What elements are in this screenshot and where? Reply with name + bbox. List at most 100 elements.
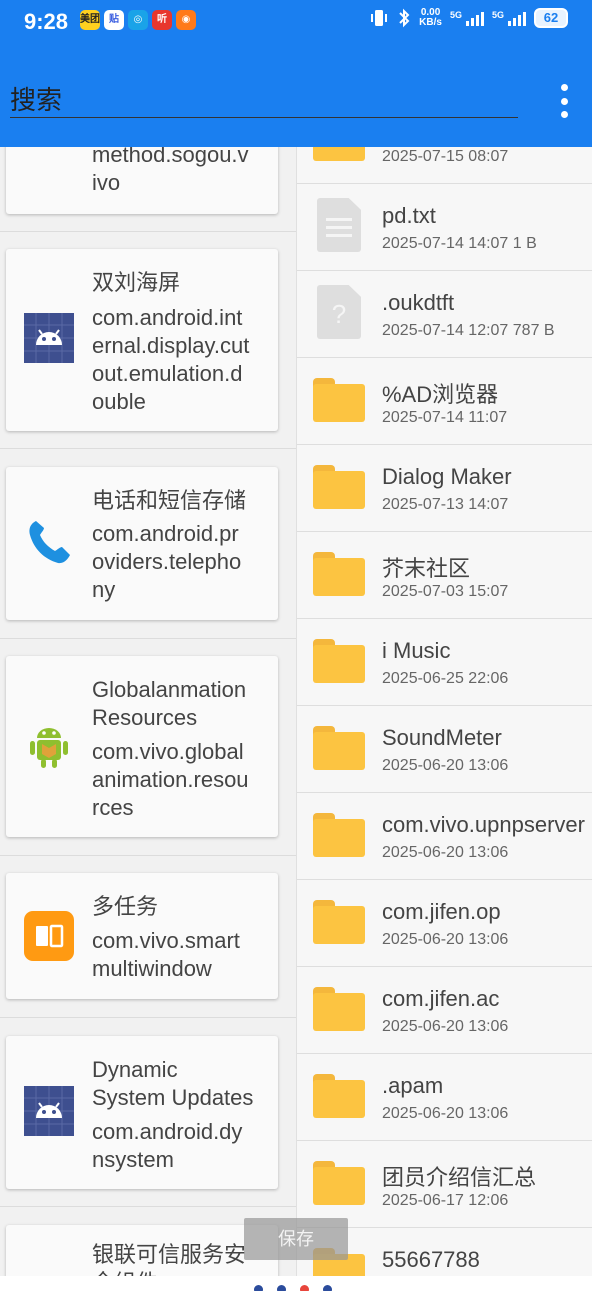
meituan-icon: 美团: [80, 10, 100, 30]
page-dot: [254, 1285, 263, 1291]
file-name: 团员介绍信汇总: [382, 1165, 537, 1190]
app-card-multitask[interactable]: 多任务 com.vivo.smart multiwindow: [6, 873, 278, 999]
file-row[interactable]: com.vivo.upnpserver 2025-06-20 13:06: [297, 793, 592, 880]
file-name: %AD浏览器: [382, 382, 499, 407]
app-card-display-cutout[interactable]: 双刘海屏 com.android.int ernal.display.cut o…: [6, 249, 278, 431]
file-name: .oukdtft: [382, 290, 455, 315]
file-name: .apam: [382, 1073, 444, 1098]
file-meta: 2025-07-14 11:07: [382, 409, 508, 426]
file-meta: 2025-06-20 13:06: [382, 1018, 509, 1035]
file-row[interactable]: 芥末社区 2025-07-03 15:07: [297, 532, 592, 619]
divider: [0, 231, 296, 232]
file-row[interactable]: com.jifen.ac 2025-06-20 13:06: [297, 967, 592, 1054]
ting-icon: 听: [152, 10, 172, 30]
unknown-file-icon: ?: [317, 285, 361, 339]
folder-icon: [313, 900, 367, 946]
folder-icon: [313, 552, 367, 598]
file-meta: 2025-06-20 13:06: [382, 1105, 509, 1122]
status-bar: 9:28 美团 贴 ◎ 听 ◉ 0.00 KB/s 5G 5G 62: [0, 0, 592, 44]
app-package: method.sogou.v ivo: [92, 147, 249, 195]
file-row[interactable]: 团员介绍信汇总 2025-06-17 12:06: [297, 1141, 592, 1228]
app-card-globalanimation[interactable]: Globalanmation Resources com.vivo.global…: [6, 656, 278, 837]
file-list[interactable]: 2025-07-15 08:07 pd.txt 2025-07-14 14:07…: [296, 147, 592, 1291]
file-row[interactable]: SoundMeter 2025-06-20 13:06: [297, 706, 592, 793]
file-name: 芥末社区: [382, 556, 471, 581]
folder-icon: [313, 147, 367, 163]
file-row[interactable]: %AD浏览器 2025-07-14 11:07: [297, 358, 592, 445]
android-icon: [24, 313, 74, 363]
divider: [0, 855, 296, 856]
file-meta: 2025-06-25 22:06: [382, 670, 509, 687]
vibrate-icon: [371, 10, 388, 26]
chat-icon: ◎: [128, 10, 148, 30]
file-meta: 2025-06-20 13:06: [382, 844, 509, 861]
file-meta: 2025-07-13 14:07: [382, 496, 509, 513]
page-indicator: [254, 1285, 332, 1291]
file-name: SoundMeter: [382, 725, 502, 750]
file-name: pd.txt: [382, 203, 436, 228]
divider: [0, 448, 296, 449]
file-row[interactable]: .apam 2025-06-20 13:06: [297, 1054, 592, 1141]
signal-2: 5G: [492, 10, 526, 26]
file-name: com.jifen.op: [382, 899, 501, 924]
file-row[interactable]: ? .oukdtft 2025-07-14 12:07 787 B: [297, 271, 592, 358]
app-package: com.android.int ernal.display.cut out.em…: [92, 305, 250, 414]
bluetooth-icon: [399, 8, 410, 28]
folder-icon: [313, 465, 367, 511]
signal-1: 5G: [450, 10, 484, 26]
folder-icon: [313, 1074, 367, 1120]
text-file-icon: [317, 198, 361, 252]
battery-indicator: 62: [534, 8, 568, 28]
notification-icons: 美团 贴 ◎ 听 ◉: [80, 10, 196, 30]
folder-icon: [313, 813, 367, 859]
file-meta: 2025-06-17 12:06: [382, 1192, 509, 1209]
file-name: com.vivo.upnpserver: [382, 812, 585, 837]
status-right: 0.00 KB/s 5G 5G 62: [369, 8, 568, 28]
multitask-icon: [24, 911, 74, 961]
app-name: Dynamic System Updates: [92, 1057, 254, 1110]
file-name: 55667788: [382, 1247, 480, 1272]
file-row[interactable]: pd.txt 2025-07-14 14:07 1 B: [297, 184, 592, 271]
file-meta: 2025-07-14 14:07 1 B: [382, 235, 537, 252]
search-input[interactable]: 搜索: [10, 82, 518, 118]
file-row[interactable]: i Music 2025-06-25 22:06: [297, 619, 592, 706]
folder-icon: [313, 639, 367, 685]
app-name: Globalanmation Resources: [92, 677, 247, 730]
net-speed: 0.00 KB/s: [419, 7, 442, 28]
page-dot-active: [300, 1285, 309, 1291]
android-icon: [24, 1086, 74, 1136]
folder-icon: [313, 726, 367, 772]
android-robot-icon: [24, 722, 74, 772]
folder-icon: [313, 378, 367, 424]
app-card-telephony[interactable]: 电话和短信存储 com.android.pr oviders.telepho n…: [6, 467, 278, 620]
file-name: com.jifen.ac: [382, 986, 500, 1011]
status-time: 9:28: [24, 9, 69, 34]
app-name: 电话和短信存储: [92, 488, 247, 513]
app-bar: 9:28 美团 贴 ◎ 听 ◉ 0.00 KB/s 5G 5G 62 搜索: [0, 0, 592, 147]
more-vert-icon[interactable]: [554, 84, 574, 118]
app-card-dsu[interactable]: Dynamic System Updates com.android.dy ns…: [6, 1036, 278, 1189]
divider: [0, 1017, 296, 1018]
app-name: 多任务: [92, 894, 159, 919]
file-name: i Music: [382, 638, 451, 663]
file-row[interactable]: Dialog Maker 2025-07-13 14:07: [297, 445, 592, 532]
file-meta: 2025-06-20 13:06: [382, 757, 509, 774]
page-indicator-bar: [0, 1276, 592, 1291]
file-meta: 2025-06-20 13:06: [382, 931, 509, 948]
save-button[interactable]: 保存: [244, 1218, 348, 1260]
app-list[interactable]: method.sogou.v ivo 双刘海屏 com.android.int …: [0, 147, 296, 1291]
file-meta: 2025-07-14 12:07 787 B: [382, 322, 555, 339]
app-package: com.android.dy nsystem: [92, 1119, 243, 1172]
file-name: Dialog Maker: [382, 464, 512, 489]
app-card-sogou[interactable]: method.sogou.v ivo: [6, 147, 278, 214]
app-name: 双刘海屏: [92, 270, 181, 295]
page-dot: [277, 1285, 286, 1291]
file-row[interactable]: 2025-07-15 08:07: [297, 147, 592, 184]
app-package: com.vivo.smart multiwindow: [92, 928, 240, 981]
page-dot: [323, 1285, 332, 1291]
tieba-icon: 贴: [104, 10, 124, 30]
screen: 9:28 美团 贴 ◎ 听 ◉ 0.00 KB/s 5G 5G 62 搜索 me…: [0, 0, 592, 1291]
folder-icon: [313, 987, 367, 1033]
file-row[interactable]: com.jifen.op 2025-06-20 13:06: [297, 880, 592, 967]
app-package: com.android.pr oviders.telepho ny: [92, 521, 242, 602]
